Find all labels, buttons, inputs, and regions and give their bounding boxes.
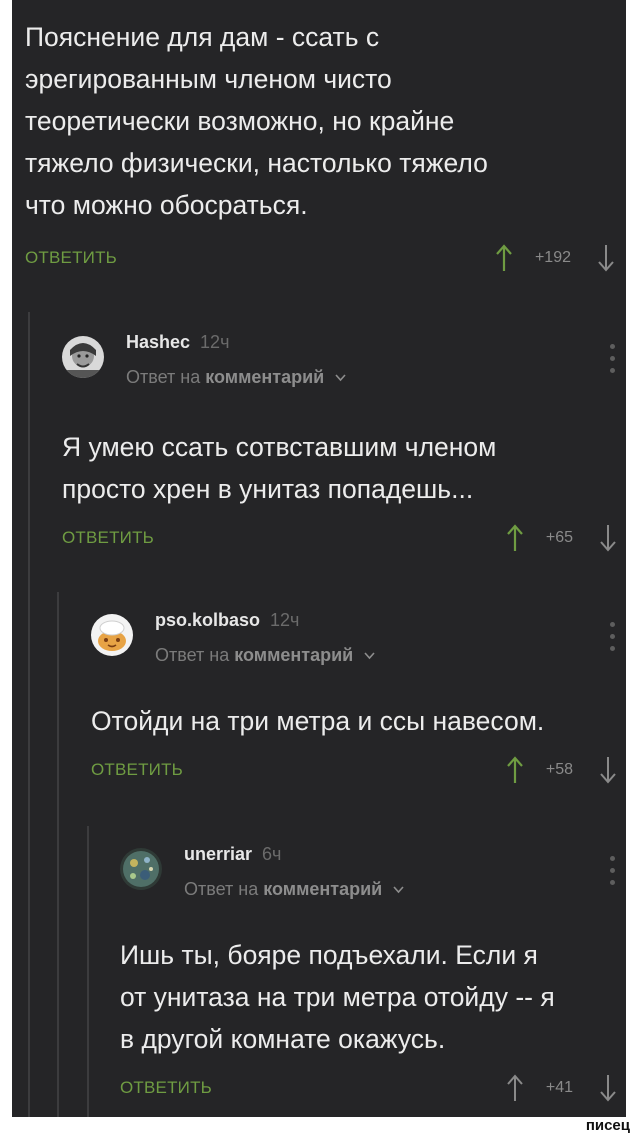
comment-actions: ОТВЕТИТЬ +65 — [62, 518, 617, 558]
chevron-down-icon — [393, 886, 404, 894]
username-text: pso.kolbaso — [155, 610, 261, 630]
comment-actions: ОТВЕТИТЬ +41 — [120, 1068, 617, 1108]
avatar[interactable] — [62, 336, 104, 378]
text-line: в другой комнате окажусь. — [120, 1024, 446, 1054]
username[interactable]: unerriar 6ч — [184, 844, 281, 865]
text-line: теоретически возможно, но крайне — [25, 106, 455, 136]
chevron-down-icon — [335, 374, 346, 382]
comment: unerriar 6ч Ответ на комментарий Ишь ты, … — [120, 834, 617, 1108]
username[interactable]: pso.kolbaso 12ч — [155, 610, 299, 631]
vote-controls: +65 — [506, 523, 617, 553]
more-vertical-icon[interactable] — [609, 622, 617, 656]
arrow-up-icon[interactable] — [495, 243, 513, 273]
reply-to-link[interactable]: Ответ на комментарий — [184, 879, 404, 900]
reply-to-prefix: Ответ на — [126, 367, 201, 387]
thread-line[interactable] — [28, 312, 30, 1117]
text-line: просто хрен в унитаз попадешь... — [62, 474, 474, 504]
arrow-up-icon[interactable] — [506, 1073, 524, 1103]
comment: Hashec 12ч Ответ на комментарий Я умею сс… — [62, 322, 617, 558]
reply-to-prefix: Ответ на — [184, 879, 259, 899]
arrow-down-icon[interactable] — [597, 243, 615, 273]
thread-line[interactable] — [57, 592, 59, 1117]
comment-text: Я умею ссать сотвставшим членом просто х… — [62, 426, 617, 510]
text-line: Пояснение для дам - ссать с — [25, 22, 380, 52]
comment-header: unerriar 6ч Ответ на комментарий — [120, 834, 617, 918]
vote-controls: +192 — [495, 243, 615, 273]
timestamp: 12ч — [270, 610, 300, 630]
username-text: Hashec — [126, 332, 191, 352]
username-text: unerriar — [184, 844, 253, 864]
comment-header: pso.kolbaso 12ч Ответ на комментарий — [91, 600, 617, 684]
comment-text: Ишь ты, бояре подъехали. Если я от унита… — [120, 934, 617, 1060]
chevron-down-icon — [364, 652, 375, 660]
vote-controls: +41 — [506, 1073, 617, 1103]
score: +65 — [545, 529, 573, 546]
comment-thread-screen: Пояснение для дам - ссать с эрегированны… — [12, 0, 626, 1117]
comment-header: Hashec 12ч Ответ на комментарий — [62, 322, 617, 406]
reply-button[interactable]: ОТВЕТИТЬ — [91, 760, 183, 780]
reply-to-target: комментарий — [234, 645, 354, 665]
score: +192 — [534, 249, 571, 266]
reply-button[interactable]: ОТВЕТИТЬ — [120, 1078, 212, 1098]
arrow-down-icon[interactable] — [599, 1073, 617, 1103]
text-line: от унитаза на три метра отойду -- я — [120, 982, 555, 1012]
comment: pso.kolbaso 12ч Ответ на комментарий Отой… — [91, 600, 617, 790]
score: +58 — [545, 761, 573, 778]
comment-text: Отойди на три метра и ссы навесом. — [91, 700, 617, 742]
timestamp: 6ч — [262, 844, 282, 864]
comment-actions: ОТВЕТИТЬ +192 — [25, 238, 615, 278]
reply-button[interactable]: ОТВЕТИТЬ — [25, 248, 117, 268]
reply-to-link[interactable]: Ответ на комментарий — [155, 645, 375, 666]
comment-text: Пояснение для дам - ссать с эрегированны… — [25, 16, 615, 226]
text-line: что можно обосраться. — [25, 190, 308, 220]
username[interactable]: Hashec 12ч — [126, 332, 229, 353]
timestamp: 12ч — [200, 332, 230, 352]
arrow-up-icon[interactable] — [506, 755, 524, 785]
reply-to-prefix: Ответ на — [155, 645, 230, 665]
reply-to-link[interactable]: Ответ на комментарий — [126, 367, 346, 388]
thread-line[interactable] — [87, 826, 89, 1117]
arrow-up-icon[interactable] — [506, 523, 524, 553]
watermark: писец — [581, 1117, 634, 1137]
text-line: Я умею ссать сотвставшим членом — [62, 432, 497, 462]
reply-to-target: комментарий — [205, 367, 325, 387]
more-vertical-icon[interactable] — [609, 856, 617, 890]
vote-controls: +58 — [506, 755, 617, 785]
reply-button[interactable]: ОТВЕТИТЬ — [62, 528, 154, 548]
more-vertical-icon[interactable] — [609, 344, 617, 378]
root-comment: Пояснение для дам - ссать с эрегированны… — [25, 16, 615, 278]
comment-actions: ОТВЕТИТЬ +58 — [91, 750, 617, 790]
avatar[interactable] — [91, 614, 133, 656]
text-line: Ишь ты, бояре подъехали. Если я — [120, 940, 538, 970]
arrow-down-icon[interactable] — [599, 523, 617, 553]
text-line: эрегированным членом чисто — [25, 64, 392, 94]
arrow-down-icon[interactable] — [599, 755, 617, 785]
avatar[interactable] — [120, 848, 162, 890]
score: +41 — [545, 1079, 573, 1096]
text-line: Отойди на три метра и ссы навесом. — [91, 706, 545, 736]
reply-to-target: комментарий — [263, 879, 383, 899]
text-line: тяжело физически, настолько тяжело — [25, 148, 488, 178]
